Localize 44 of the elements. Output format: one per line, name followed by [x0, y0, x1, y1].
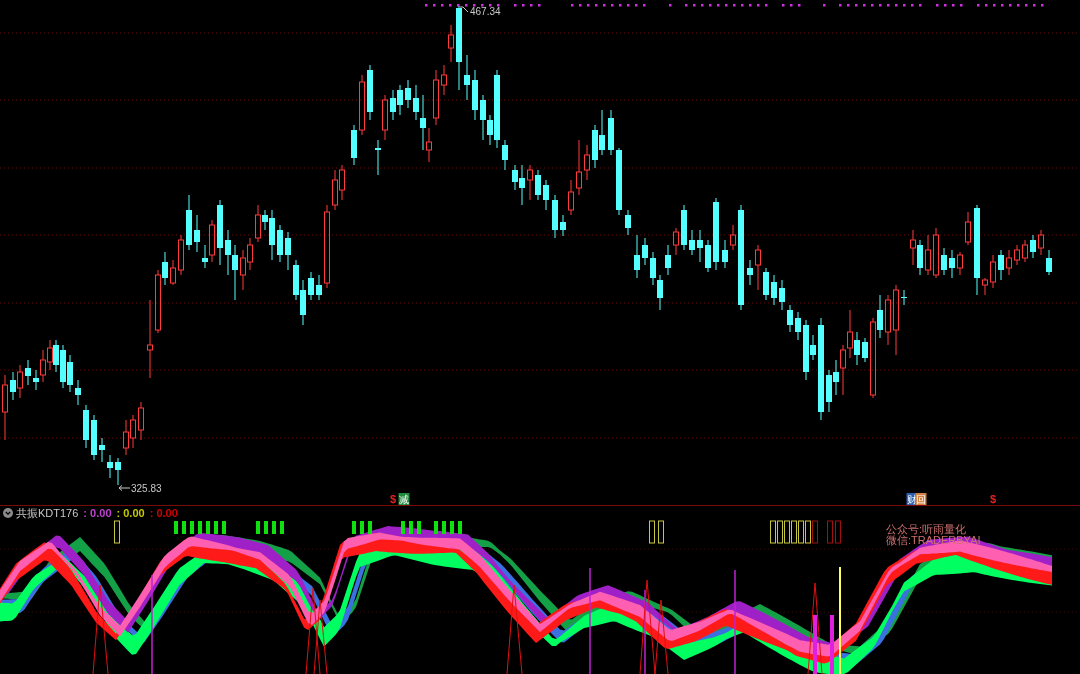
dollar-sign-marker: $: [389, 493, 397, 505]
signal-bar-icon: [434, 521, 438, 534]
signal-bar-icon: [442, 521, 446, 534]
chevron-circle-icon[interactable]: [3, 508, 13, 518]
signal-column: [813, 615, 817, 674]
signal-bar-icon: [352, 521, 356, 534]
signal-box-icon: [649, 520, 655, 544]
signal-bar-icon: [182, 521, 186, 534]
event-badge[interactable]: 回: [915, 493, 927, 505]
signal-bar-icon: [417, 521, 421, 534]
signal-bar-icon: [401, 521, 405, 534]
signal-box-icon: [658, 520, 664, 544]
signal-box-icon: [835, 520, 841, 544]
indicator-name: 共振KDT176: [16, 507, 79, 519]
signal-bar-icon: [206, 521, 210, 534]
leader-arrow: [118, 485, 131, 491]
promo-text: 公众号:听雨量化: [886, 523, 967, 535]
signal-bar-icon: [458, 521, 462, 534]
signal-bar-icon: [272, 521, 276, 534]
signal-bar-icon: [256, 521, 260, 534]
event-badge[interactable]: 财: [906, 493, 918, 505]
signal-bar-icon: [368, 521, 372, 534]
indicator-value: : 0.00: [116, 507, 145, 519]
event-badge[interactable]: 减: [398, 493, 410, 505]
dollar-sign-marker: $: [989, 493, 997, 505]
signal-bar-icon: [214, 521, 218, 534]
signal-box-icon: [114, 520, 120, 544]
signal-bar-icon: [360, 521, 364, 534]
signal-bar-icon: [190, 521, 194, 534]
low-price-label: 325.83: [131, 483, 162, 494]
signal-bar-icon: [198, 521, 202, 534]
signal-box-icon: [827, 520, 833, 544]
signal-bar-icon: [409, 521, 413, 534]
signal-bar-icon: [280, 521, 284, 534]
signal-column: [830, 615, 834, 674]
high-price-label: 467.34: [470, 6, 501, 17]
indicator-value: : 0.00: [149, 507, 178, 519]
leader-line: [459, 6, 469, 13]
signal-bar-icon: [222, 521, 226, 534]
promo-text: 微信:TRADERBYAI: [886, 534, 981, 546]
signal-bar-icon: [174, 521, 178, 534]
signal-bar-icon: [264, 521, 268, 534]
indicator-value: : 0.00: [83, 507, 112, 519]
signal-bar-icon: [450, 521, 454, 534]
